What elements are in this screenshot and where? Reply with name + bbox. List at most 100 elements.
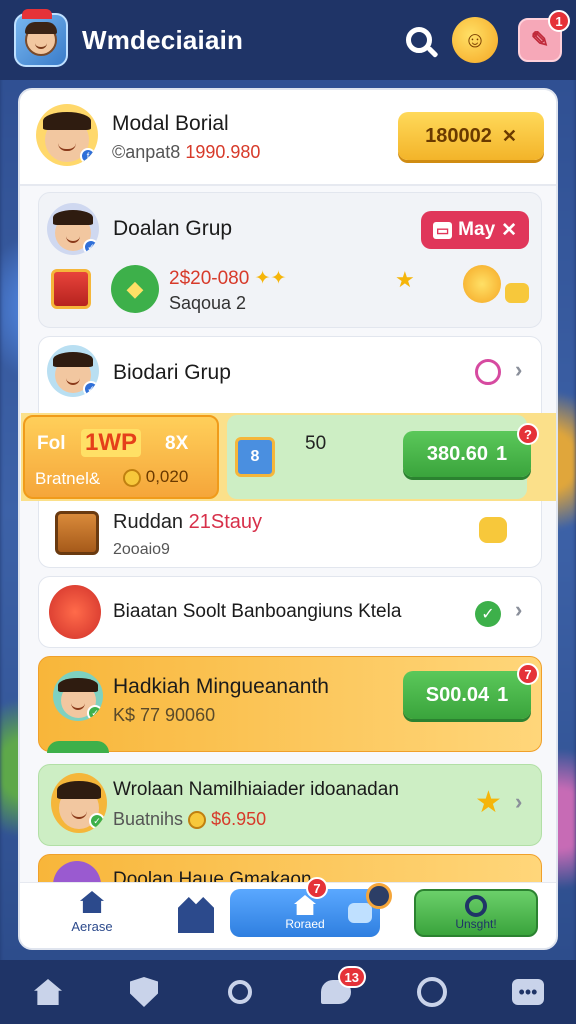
panel-map-button[interactable] [178, 897, 218, 937]
chest-icon [51, 269, 91, 309]
nav-search[interactable] [220, 972, 260, 1012]
shield-icon [130, 977, 158, 1007]
more-icon: ••• [512, 979, 544, 1005]
check-icon: ✓ [475, 601, 501, 627]
group1-value: 2$20-080 ✦✦ [169, 267, 286, 290]
gift-button[interactable]: ✎ 1 [518, 10, 570, 62]
profile-card[interactable]: f Modal Borial ©anpat8 1990.980 180002 ✕ [20, 90, 556, 186]
group2-title: Biodari Grup [113, 361, 231, 384]
group2-row-sub: 2ooaio9 [113, 541, 170, 558]
coin-icon [123, 468, 141, 487]
ring-icon [465, 895, 487, 917]
clock-icon [475, 359, 501, 385]
banner-text-a: Fol [37, 433, 66, 454]
row-card-3[interactable]: Biaatan Soolt Banboangiuns Ktela ✓ › [38, 576, 542, 648]
panel-home-label: Aerase [71, 919, 113, 934]
home-icon [80, 891, 104, 913]
panel-bottom-bar: Aerase Roraed 7 Unsght! [20, 877, 556, 948]
banner-coin-value: 0,020 [145, 467, 189, 486]
row3-title: Biaatan Soolt Banboangiuns Ktela [113, 601, 402, 622]
search-button[interactable] [406, 27, 432, 53]
group2-avatar: ✓ [47, 345, 99, 397]
user-icon [417, 977, 447, 1007]
group1-avatar: ✓ [47, 203, 99, 255]
banner-text-d: Bratnel& [35, 469, 101, 488]
star-icon: ★ [395, 267, 415, 292]
santa-hat-icon [22, 9, 52, 19]
nav-profile[interactable] [412, 972, 452, 1012]
top-bar: Wmdeciaiain ☺ ✎ 1 [0, 0, 576, 80]
nav-home[interactable] [28, 972, 68, 1012]
row-card-5[interactable]: ✓ Wrolaan Namilhiaiader idoanadan Buatni… [38, 764, 542, 846]
app-title: Wmdeciaiain [82, 24, 244, 55]
profile-name: Modal Borial [112, 112, 229, 135]
building-icon [178, 897, 214, 933]
row5-sub-prefix: Buatnihs [113, 809, 184, 829]
group2-price-badge: ? [517, 423, 539, 445]
profile-avatar[interactable] [14, 9, 68, 67]
badge-icon: ✓ [89, 813, 105, 829]
panel-right-button[interactable]: Unsght! [414, 889, 538, 937]
row5-title: Wrolaan Namilhiaiader idoanadan [113, 779, 399, 800]
star-icon: ★ [475, 786, 502, 819]
panel-center-label: Roraed [285, 917, 325, 931]
avatar-face [25, 22, 57, 56]
row4-price-badge: 7 [517, 663, 539, 685]
row5-sub-value: $6.950 [211, 809, 267, 829]
cheese-icon [505, 283, 529, 303]
row5-sub: Buatnihs $6.950 [113, 809, 266, 830]
group-card-1[interactable]: ✓ Doalan Grup ▭ May ✕ ◆ 2$20-080 ✦✦ Saqo… [38, 192, 542, 328]
group1-title: Doalan Grup [113, 217, 233, 240]
panel-center-badge: 7 [306, 877, 328, 899]
bottom-nav: 13 ••• [0, 960, 576, 1024]
panel-home-button[interactable]: Aerase [60, 891, 124, 945]
group1-may-button[interactable]: ▭ May ✕ [421, 211, 529, 249]
nav-more[interactable]: ••• [508, 972, 548, 1012]
panel-center-button[interactable]: Roraed 7 [230, 877, 392, 937]
group2-price-label: 380.60 [426, 442, 489, 465]
row4-price-button[interactable]: S00.04 1 7 [403, 663, 539, 719]
chevron-right-icon[interactable]: › [515, 597, 522, 623]
group1-value-text: 2$20-080 [169, 268, 250, 289]
search-icon [228, 980, 252, 1004]
group2-price-button[interactable]: 380.60 1 ? [403, 423, 539, 477]
profile-card-avatar: f [36, 104, 98, 166]
row-card-4[interactable]: ✓ Hadkiah Mingueananth K$ 77 90060 S00.0… [38, 656, 542, 753]
group-card-2[interactable]: ✓ Biodari Grup › Fol 1WP 8X Bratnel& 0,0… [21, 336, 556, 568]
record-icon [366, 883, 392, 909]
sun-mascot-button[interactable]: ☺ [452, 17, 498, 63]
stars-icon: ✦✦ [254, 268, 287, 289]
coin-button-label: 180002 [425, 124, 492, 147]
profile-stat: ©anpat8 1990.980 [112, 142, 260, 163]
verified-icon: f [80, 148, 96, 164]
row-title-b: 21Stauy [188, 511, 263, 533]
row4-avatar: ✓ [53, 671, 103, 721]
coin-button[interactable]: 180002 ✕ [398, 112, 544, 160]
nav-shield[interactable] [124, 972, 164, 1012]
banner-text-b: 1WP [81, 429, 142, 457]
badge-icon: ✓ [83, 239, 99, 255]
chevron-right-icon[interactable]: › [515, 357, 522, 383]
group2-price-suffix: 1 [496, 442, 508, 465]
main-panel: f Modal Borial ©anpat8 1990.980 180002 ✕… [18, 88, 558, 950]
row5-avatar: ✓ [51, 773, 107, 833]
nav-chat-badge: 13 [337, 966, 366, 988]
group2-banner[interactable]: Fol 1WP 8X Bratnel& 0,020 [23, 415, 219, 499]
leaf-icon [47, 741, 109, 753]
calendar-icon: ▭ [432, 221, 453, 239]
group1-sub: Saqoua 2 [169, 293, 247, 313]
nav-chat[interactable]: 13 [316, 966, 366, 1012]
sun-mascot-icon: ☺ [452, 17, 498, 63]
profile-stat-value: 1990.980 [185, 142, 261, 162]
box-number: 8 [250, 448, 260, 465]
chat-bubble-icon [348, 903, 372, 923]
group1-may-label: May [458, 219, 496, 240]
row4-price-suffix: 1 [497, 683, 509, 706]
chevron-right-icon[interactable]: › [515, 789, 522, 815]
box-icon: 8 [235, 437, 275, 477]
group2-row-title: Ruddan 21Stauy [113, 511, 262, 534]
coin-icon [188, 811, 207, 830]
coin-circle-icon: ◆ [111, 265, 159, 313]
badge-icon: ✓ [87, 705, 103, 721]
group2-mid-value: 50 [305, 433, 327, 454]
